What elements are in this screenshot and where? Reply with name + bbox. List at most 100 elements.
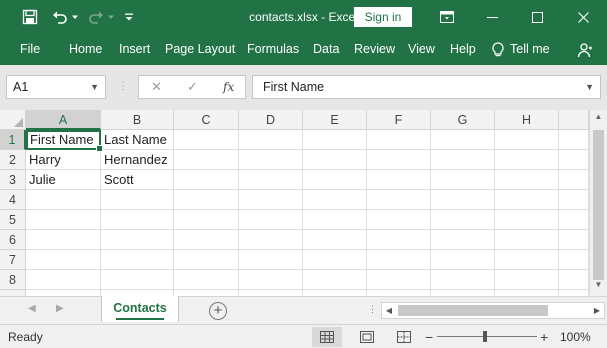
column-header-c[interactable]: C [174,110,239,130]
cell-partial-6[interactable] [559,230,589,250]
scroll-up-icon[interactable]: ▲ [590,112,607,126]
cancel-icon[interactable]: ✕ [151,76,162,98]
cell-a-7[interactable] [26,250,101,270]
cell-h-1[interactable] [495,130,559,150]
cell-g-8[interactable] [431,270,495,290]
cell-b-6[interactable] [101,230,174,250]
redo-icon[interactable] [86,0,106,34]
row-header-2[interactable]: 2 [0,150,26,170]
column-header-a[interactable]: A [26,110,101,130]
save-icon[interactable] [18,0,42,34]
row-header-4[interactable]: 4 [0,190,26,210]
cell-c-3[interactable] [174,170,239,190]
previous-sheet-icon[interactable]: ◀ [28,303,36,314]
horizontal-scroll-thumb[interactable] [398,305,548,316]
undo-dropdown-icon[interactable] [70,0,80,34]
cell-e-8[interactable] [303,270,367,290]
tab-review[interactable]: Review [354,34,395,65]
select-all-corner[interactable] [0,110,26,130]
cell-a-3[interactable]: Julie [26,170,101,190]
cell-partial-2[interactable] [559,150,589,170]
cell-partial-3[interactable] [559,170,589,190]
cell-c-1[interactable] [174,130,239,150]
tab-tell-me[interactable]: Tell me [510,34,550,65]
insert-function-icon[interactable]: fx [223,76,234,98]
row-header-1[interactable]: 1 [0,130,26,150]
zoom-out-button[interactable]: − [425,325,433,348]
share-icon[interactable] [577,42,593,58]
enter-icon[interactable]: ✓ [187,76,198,98]
cell-partial-1[interactable] [559,130,589,150]
sign-in-button[interactable]: Sign in [354,7,412,27]
cell-a-2[interactable]: Harry [26,150,101,170]
cell-partial-8[interactable] [559,270,589,290]
maximize-icon[interactable] [514,0,560,34]
formula-input[interactable]: First Name ▼ [252,75,601,99]
cell-f-3[interactable] [367,170,431,190]
cell-a-5[interactable] [26,210,101,230]
cell-f-7[interactable] [367,250,431,270]
cell-e-2[interactable] [303,150,367,170]
cell-g-6[interactable] [431,230,495,250]
scroll-down-icon[interactable]: ▼ [590,280,607,294]
column-header-e[interactable]: E [303,110,367,130]
cell-e-3[interactable] [303,170,367,190]
cell-d-3[interactable] [239,170,303,190]
row-header-7[interactable]: 7 [0,250,26,270]
cell-c-4[interactable] [174,190,239,210]
cell-h-6[interactable] [495,230,559,250]
cell-partial-7[interactable] [559,250,589,270]
cell-h-3[interactable] [495,170,559,190]
page-break-view-icon[interactable] [389,327,419,347]
redo-dropdown-icon[interactable] [106,0,116,34]
vertical-scrollbar[interactable]: ▲ ▼ [589,110,607,296]
row-header-8[interactable]: 8 [0,270,26,290]
close-icon[interactable] [560,0,606,34]
zoom-level[interactable]: 100% [560,325,591,348]
cell-d-7[interactable] [239,250,303,270]
cell-b-2[interactable]: Hernandez [101,150,174,170]
cell-g-5[interactable] [431,210,495,230]
cell-b-3[interactable]: Scott [101,170,174,190]
row-header-6[interactable]: 6 [0,230,26,250]
cell-h-5[interactable] [495,210,559,230]
tab-help[interactable]: Help [450,34,476,65]
cell-g-2[interactable] [431,150,495,170]
row-header-3[interactable]: 3 [0,170,26,190]
cell-g-7[interactable] [431,250,495,270]
cell-d-5[interactable] [239,210,303,230]
tab-insert[interactable]: Insert [119,34,150,65]
cell-f-4[interactable] [367,190,431,210]
sheet-tab-contacts[interactable]: Contacts [101,296,179,322]
cell-c-6[interactable] [174,230,239,250]
tab-file[interactable]: File [20,34,40,65]
cell-e-6[interactable] [303,230,367,250]
add-sheet-button[interactable]: + [209,302,227,320]
cell-e-7[interactable] [303,250,367,270]
column-header-g[interactable]: G [431,110,495,130]
cell-f-6[interactable] [367,230,431,250]
cell-b-1[interactable]: Last Name [101,130,174,150]
column-header-d[interactable]: D [239,110,303,130]
cell-h-8[interactable] [495,270,559,290]
cell-e-1[interactable] [303,130,367,150]
cell-partial-4[interactable] [559,190,589,210]
cell-b-8[interactable] [101,270,174,290]
column-header-b[interactable]: B [101,110,174,130]
scroll-left-icon[interactable]: ◀ [382,303,396,318]
column-header-f[interactable]: F [367,110,431,130]
cell-c-2[interactable] [174,150,239,170]
cell-g-3[interactable] [431,170,495,190]
column-header-h[interactable]: H [495,110,559,130]
tab-data[interactable]: Data [313,34,339,65]
cell-f-1[interactable] [367,130,431,150]
cell-b-7[interactable] [101,250,174,270]
horizontal-scrollbar[interactable]: ◀ ▶ [381,302,605,319]
cell-d-8[interactable] [239,270,303,290]
cell-f-2[interactable] [367,150,431,170]
cell-a-1[interactable]: First Name [26,130,103,152]
cell-partial-5[interactable] [559,210,589,230]
cell-a-4[interactable] [26,190,101,210]
cell-g-4[interactable] [431,190,495,210]
expand-formula-bar-icon[interactable]: ▼ [585,76,594,98]
